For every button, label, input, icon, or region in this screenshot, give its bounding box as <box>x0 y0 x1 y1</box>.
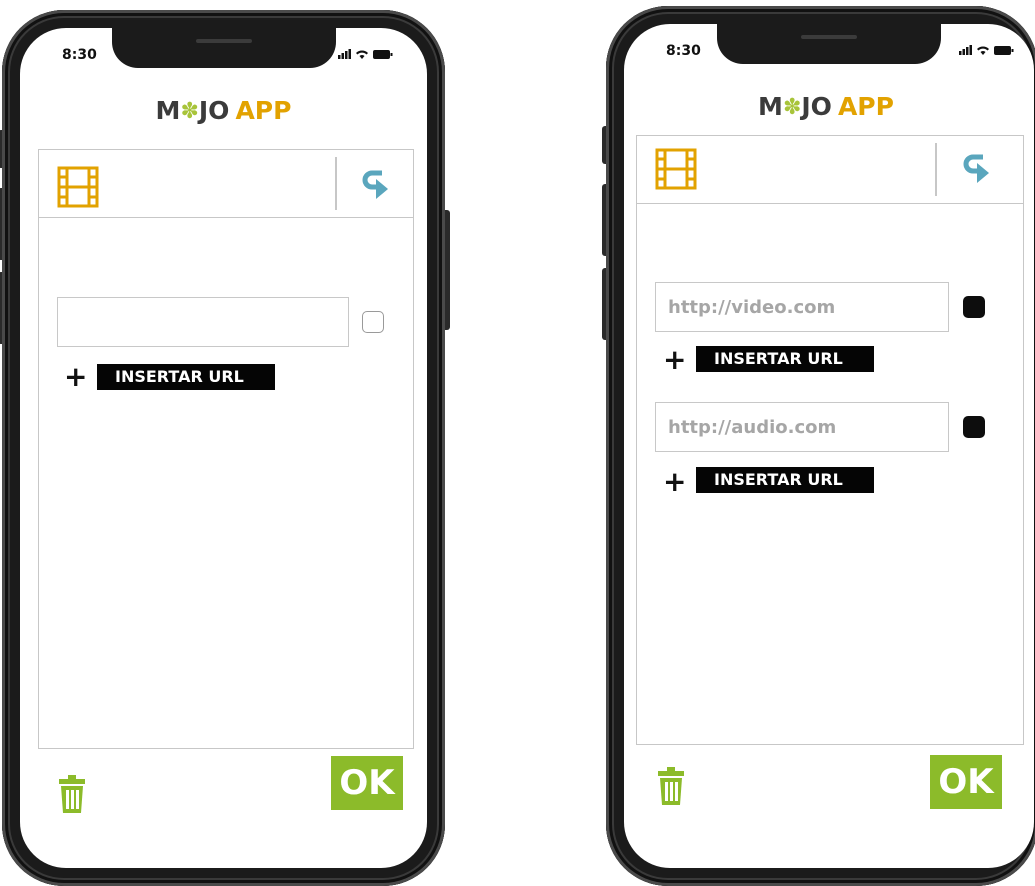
panel-header <box>39 150 413 218</box>
app-logo: M✽JO APP <box>624 92 1034 121</box>
header-divider <box>335 157 337 210</box>
plus-icon[interactable]: + <box>64 363 87 391</box>
wifi-icon <box>356 50 368 59</box>
status-time: 8:30 <box>666 43 701 59</box>
logo-m: M <box>155 96 181 125</box>
plus-icon[interactable]: + <box>663 346 686 374</box>
logo-app: APP <box>235 96 292 125</box>
panel-header <box>637 136 1023 204</box>
logo-m: M <box>758 92 783 121</box>
url-checkbox[interactable] <box>362 311 384 333</box>
phone-right: 8:30 M✽JO APP http://video.com + INSERTA… <box>602 6 1035 886</box>
media-panel: + INSERTAR URL <box>38 149 414 749</box>
url-checkbox-audio[interactable] <box>963 416 985 438</box>
ok-button[interactable]: OK <box>331 756 403 810</box>
trash-icon[interactable] <box>57 774 87 814</box>
signal-icon <box>338 49 351 59</box>
battery-icon <box>373 49 393 59</box>
url-input-video[interactable]: http://video.com <box>655 282 949 332</box>
url-input-audio[interactable]: http://audio.com <box>655 402 949 452</box>
phone-left: 8:30 M✽JO APP + INSERTAR URL OK <box>0 10 450 886</box>
logo-gear-icon: ✽ <box>180 99 199 124</box>
logo-gear-icon: ✽ <box>782 95 802 120</box>
phone-screen: 8:30 M✽JO APP <box>20 28 427 868</box>
url-checkbox-video[interactable] <box>963 296 985 318</box>
logo-jo: JO <box>801 92 832 121</box>
film-icon[interactable] <box>57 166 99 208</box>
status-time: 8:30 <box>62 47 97 63</box>
url-input[interactable] <box>57 297 349 347</box>
plus-icon[interactable]: + <box>663 468 686 496</box>
logo-app: APP <box>837 92 894 121</box>
phone-screen: 8:30 M✽JO APP <box>624 24 1034 868</box>
logo-jo: JO <box>198 96 230 125</box>
undo-icon[interactable] <box>963 154 991 186</box>
notch <box>111 28 336 68</box>
undo-icon[interactable] <box>362 170 390 202</box>
signal-icon <box>959 45 972 55</box>
notch <box>717 24 941 64</box>
insert-url-button[interactable]: INSERTAR URL <box>696 346 874 372</box>
trash-icon[interactable] <box>656 766 686 806</box>
header-divider <box>935 143 937 196</box>
speaker <box>801 35 857 39</box>
film-icon[interactable] <box>655 148 697 190</box>
insert-url-button[interactable]: INSERTAR URL <box>97 364 275 390</box>
speaker <box>195 39 252 43</box>
battery-icon <box>994 45 1014 55</box>
status-icons <box>338 49 393 59</box>
app-logo: M✽JO APP <box>20 96 427 125</box>
insert-url-button[interactable]: INSERTAR URL <box>696 467 874 493</box>
wifi-icon <box>977 46 989 55</box>
ok-button[interactable]: OK <box>930 755 1002 809</box>
status-icons <box>959 45 1014 55</box>
media-panel: http://video.com + INSERTAR URL http://a… <box>636 135 1024 745</box>
